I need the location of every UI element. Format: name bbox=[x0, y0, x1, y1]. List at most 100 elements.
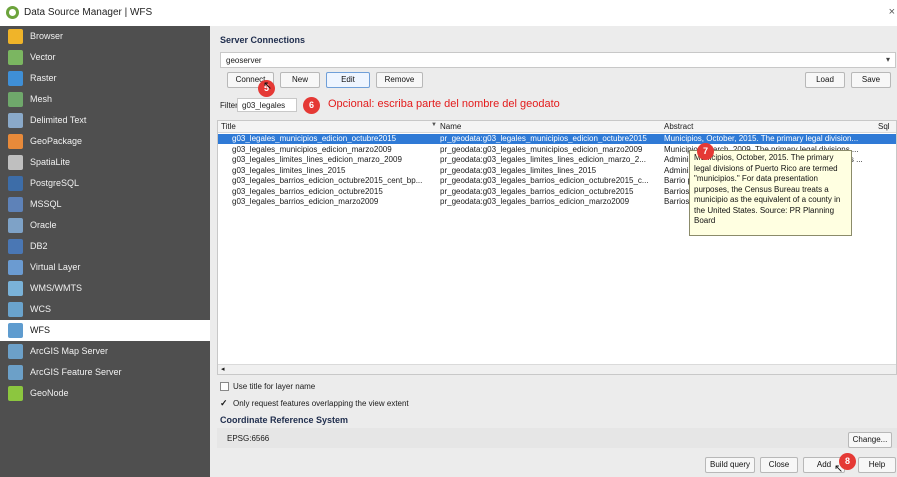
sidebar-item-label: Mesh bbox=[30, 94, 53, 104]
filter-input[interactable]: g03_legales bbox=[237, 98, 297, 112]
sidebar-item-label: WCS bbox=[30, 304, 51, 314]
sidebar-item-label: GeoPackage bbox=[30, 136, 83, 146]
table-row[interactable]: g03_legales_municipios_edicion_octubre20… bbox=[218, 134, 896, 144]
cell-title: g03_legales_limites_lines_edicion_marzo_… bbox=[232, 155, 402, 164]
raster-icon bbox=[8, 71, 23, 86]
connection-select-value: geoserver bbox=[226, 56, 262, 65]
sidebar-item-wcs[interactable]: WCS bbox=[0, 299, 210, 320]
remove-connection-button[interactable]: Remove bbox=[376, 72, 423, 88]
column-header-name[interactable]: Name bbox=[440, 122, 461, 131]
sidebar-item-mssql[interactable]: MSSQL bbox=[0, 194, 210, 215]
sidebar-item-label: WMS/WMTS bbox=[30, 283, 82, 293]
spatialite-icon bbox=[8, 155, 23, 170]
sidebar-item-label: Oracle bbox=[30, 220, 57, 230]
cell-name: pr_geodata:g03_legales_municipios_edicio… bbox=[440, 144, 643, 154]
mouse-cursor-icon: ↖ bbox=[834, 463, 844, 475]
virtual-layer-icon bbox=[8, 260, 23, 275]
sidebar-item-oracle[interactable]: Oracle bbox=[0, 215, 210, 236]
arcgis-feature-server-icon bbox=[8, 365, 23, 380]
cell-title: g03_legales_barrios_edicion_octubre2015_… bbox=[232, 176, 423, 185]
sidebar-item-arcgis-feature-server[interactable]: ArcGIS Feature Server bbox=[0, 362, 210, 383]
step-badge-6: 6 bbox=[303, 97, 320, 114]
crs-value: EPSG:6566 bbox=[227, 434, 270, 443]
vector-icon bbox=[8, 50, 23, 65]
postgresql-icon bbox=[8, 176, 23, 191]
sidebar-item-label: ArcGIS Feature Server bbox=[30, 367, 122, 377]
cell-title: g03_legales_municipios_edicion_octubre20… bbox=[232, 134, 397, 143]
sidebar-item-delimited-text[interactable]: Delimited Text bbox=[0, 110, 210, 131]
sidebar-item-wfs[interactable]: WFS bbox=[0, 320, 210, 341]
cell-title: g03_legales_barrios_edicion_octubre2015 bbox=[232, 186, 383, 196]
wms-icon bbox=[8, 281, 23, 296]
crs-field bbox=[217, 428, 897, 448]
sidebar-item-label: Browser bbox=[30, 31, 64, 41]
sidebar-item-postgresql[interactable]: PostgreSQL bbox=[0, 173, 210, 194]
cell-name: pr_geodata:g03_legales_municipios_edicio… bbox=[440, 134, 647, 143]
cell-name: pr_geodata:g03_legales_barrios_edicion_m… bbox=[440, 197, 630, 206]
sidebar-item-browser[interactable]: Browser bbox=[0, 26, 210, 47]
horizontal-scrollbar[interactable]: ◂ bbox=[218, 364, 896, 374]
sidebar-item-db2[interactable]: DB2 bbox=[0, 236, 210, 257]
folder-icon bbox=[8, 29, 23, 44]
oracle-icon bbox=[8, 218, 23, 233]
sidebar-item-geonode[interactable]: GeoNode bbox=[0, 383, 210, 404]
qgis-app-icon bbox=[6, 6, 19, 19]
cell-title: g03_legales_barrios_edicion_marzo2009 bbox=[232, 197, 379, 206]
use-title-checkbox[interactable] bbox=[220, 382, 229, 391]
save-connections-button[interactable]: Save bbox=[851, 72, 891, 88]
sidebar-item-label: SpatiaLite bbox=[30, 157, 71, 167]
cell-name: pr_geodata:g03_legales_barrios_edicion_o… bbox=[440, 186, 634, 196]
sidebar-item-mesh[interactable]: Mesh bbox=[0, 89, 210, 110]
server-connections-heading: Server Connections bbox=[220, 35, 306, 45]
sidebar-item-label: PostgreSQL bbox=[30, 178, 80, 188]
sidebar-item-virtual-layer[interactable]: Virtual Layer bbox=[0, 257, 210, 278]
cell-name: pr_geodata:g03_legales_limites_lines_201… bbox=[440, 165, 597, 175]
build-query-button[interactable]: Build query bbox=[705, 457, 755, 473]
cell-title: g03_legales_limites_lines_2015 bbox=[232, 165, 346, 175]
sidebar-item-label: DB2 bbox=[30, 241, 48, 251]
arcgis-map-server-icon bbox=[8, 344, 23, 359]
cell-name: pr_geodata:g03_legales_limites_lines_edi… bbox=[440, 155, 646, 164]
data-source-sidebar: Browser Vector Raster Mesh Delimited Text Geo… bbox=[0, 26, 210, 477]
title-bar: Data Source Manager | WFS × bbox=[0, 0, 897, 26]
delimited-text-icon bbox=[8, 113, 23, 128]
only-request-label: Only request features overlapping the vi… bbox=[233, 399, 409, 408]
sidebar-item-label: Vector bbox=[30, 52, 56, 62]
sidebar-item-raster[interactable]: Raster bbox=[0, 68, 210, 89]
use-title-label: Use title for layer name bbox=[233, 382, 316, 391]
mouse-cursor-icon: ↖ bbox=[263, 80, 273, 92]
sidebar-item-label: WFS bbox=[30, 325, 50, 335]
close-window-icon[interactable]: × bbox=[889, 6, 895, 18]
new-connection-button[interactable]: New bbox=[280, 72, 320, 88]
sidebar-item-geopackage[interactable]: GeoPackage bbox=[0, 131, 210, 152]
sidebar-item-arcgis-map-server[interactable]: ArcGIS Map Server bbox=[0, 341, 210, 362]
close-button[interactable]: Close bbox=[760, 457, 798, 473]
edit-connection-button[interactable]: Edit bbox=[326, 72, 370, 88]
db2-icon bbox=[8, 239, 23, 254]
sidebar-item-spatialite[interactable]: SpatiaLite bbox=[0, 152, 210, 173]
filter-hint-annotation: Opcional: escriba parte del nombre del g… bbox=[328, 98, 560, 110]
sidebar-item-label: Virtual Layer bbox=[30, 262, 81, 272]
sidebar-item-label: MSSQL bbox=[30, 199, 62, 209]
sidebar-item-label: GeoNode bbox=[30, 388, 69, 398]
scroll-left-icon[interactable]: ◂ bbox=[221, 365, 225, 373]
crs-heading: Coordinate Reference System bbox=[220, 415, 349, 425]
sidebar-item-vector[interactable]: Vector bbox=[0, 47, 210, 68]
sort-descending-icon: ▼ bbox=[431, 122, 437, 128]
sidebar-item-label: Delimited Text bbox=[30, 115, 87, 125]
load-connections-button[interactable]: Load bbox=[805, 72, 845, 88]
window-title: Data Source Manager | WFS bbox=[24, 7, 153, 18]
sidebar-item-wms-wmts[interactable]: WMS/WMTS bbox=[0, 278, 210, 299]
wcs-icon bbox=[8, 302, 23, 317]
column-header-abstract[interactable]: Abstract bbox=[664, 122, 693, 131]
checkmark-icon[interactable]: ✓ bbox=[220, 398, 228, 409]
table-header: Title ▼ Name Abstract Sql bbox=[218, 121, 896, 133]
sidebar-item-label: Raster bbox=[30, 73, 57, 83]
column-header-sql[interactable]: Sql bbox=[878, 122, 890, 131]
connection-select[interactable]: geoserver ▾ bbox=[220, 52, 896, 68]
change-crs-button[interactable]: Change... bbox=[848, 432, 892, 448]
help-button[interactable]: Help bbox=[858, 457, 896, 473]
column-header-title[interactable]: Title bbox=[221, 122, 236, 131]
cell-title: g03_legales_municipios_edicion_marzo2009 bbox=[232, 144, 392, 154]
wfs-icon bbox=[8, 323, 23, 338]
